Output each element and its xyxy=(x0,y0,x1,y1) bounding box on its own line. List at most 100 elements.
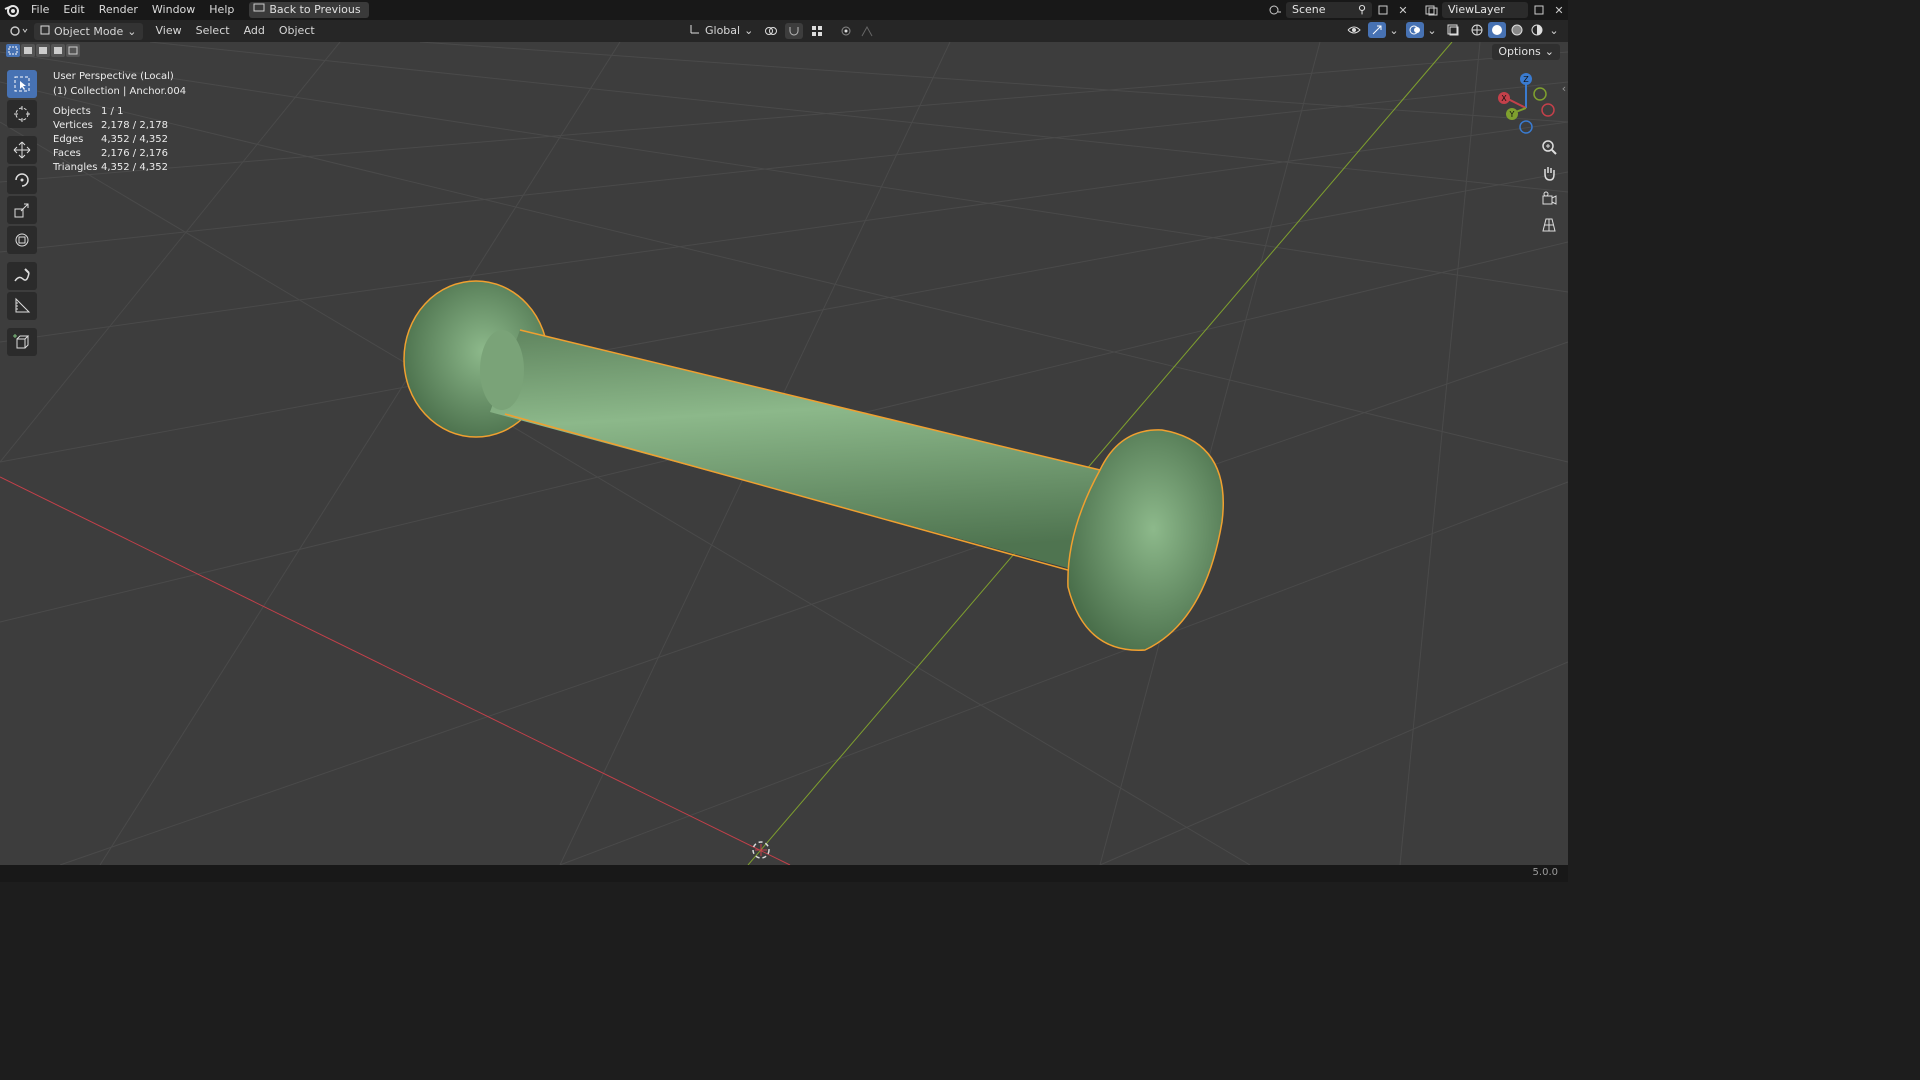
orientation-label: Global xyxy=(705,24,741,37)
view-layer-field[interactable]: ViewLayer xyxy=(1442,2,1528,18)
rendered-shading-icon[interactable] xyxy=(1528,22,1546,38)
navigation-gizmo[interactable]: Z X Y xyxy=(1498,73,1555,134)
proportional-edit-icon[interactable] xyxy=(837,23,855,39)
menu-view[interactable]: View xyxy=(149,20,189,42)
viewport-grid: Z X Y xyxy=(0,42,1568,865)
editor-type-icon[interactable] xyxy=(6,23,32,39)
select-subtract-icon[interactable] xyxy=(36,44,50,57)
chevron-down-icon: ⌄ xyxy=(744,24,754,37)
grid-icon[interactable] xyxy=(1538,214,1560,236)
camera-icon[interactable] xyxy=(1538,188,1560,210)
navigation-tools xyxy=(1538,136,1560,236)
screen-icon xyxy=(253,2,265,18)
add-cube-icon[interactable] xyxy=(7,328,37,356)
menu-object[interactable]: Object xyxy=(272,20,322,42)
top-menu-bar: File Edit Render Window Help Back to Pre… xyxy=(0,0,1568,20)
sidebar-toggle-icon[interactable]: ‹ xyxy=(1560,80,1568,96)
back-to-previous-button[interactable]: Back to Previous xyxy=(249,2,369,18)
stat-label: Vertices xyxy=(53,120,93,131)
view-layer-name: ViewLayer xyxy=(1448,3,1505,16)
stat-value: 4,352 / 4,352 xyxy=(101,134,168,145)
material-shading-icon[interactable] xyxy=(1508,22,1526,38)
annotate-icon[interactable] xyxy=(7,262,37,290)
chevron-down-icon: ⌄ xyxy=(127,24,137,38)
measure-icon[interactable] xyxy=(7,292,37,320)
wireframe-shading-icon[interactable] xyxy=(1468,22,1486,38)
menu-help[interactable]: Help xyxy=(202,0,241,20)
snap-toggle-icon[interactable] xyxy=(785,22,804,39)
stat-row: Objects 1 / 1 xyxy=(53,105,168,119)
select-intersect-icon[interactable] xyxy=(66,44,80,57)
gizmo-z-label: Z xyxy=(1523,75,1529,84)
scene-field[interactable]: Scene ⚲ xyxy=(1286,2,1372,18)
blender-logo-icon[interactable] xyxy=(0,0,24,20)
delete-view-layer-icon[interactable]: ✕ xyxy=(1550,2,1568,18)
pivot-point-icon[interactable] xyxy=(759,23,783,39)
collection-label: (1) Collection | Anchor.004 xyxy=(53,86,187,97)
viewport-info: User Perspective (Local) (1) Collection … xyxy=(53,69,186,99)
selection-mode-buttons xyxy=(6,44,80,57)
move-icon[interactable] xyxy=(7,136,37,164)
options-label: Options xyxy=(1498,45,1541,58)
falloff-icon[interactable] xyxy=(857,23,881,39)
stat-value: 4,352 / 4,352 xyxy=(101,162,168,173)
3d-viewport[interactable]: Z X Y User Perspective (Local) (1) Colle… xyxy=(0,42,1568,865)
stat-row: Triangles 4,352 / 4,352 xyxy=(53,161,168,175)
select-invert-icon[interactable] xyxy=(51,44,65,57)
menu-add[interactable]: Add xyxy=(237,20,272,42)
delete-scene-icon[interactable]: ✕ xyxy=(1394,2,1412,18)
solid-shading-icon[interactable] xyxy=(1488,22,1506,38)
stat-label: Edges xyxy=(53,134,84,145)
chevron-down-icon[interactable]: ⌄ xyxy=(1548,22,1560,38)
scene-statistics: Objects 1 / 1 Vertices 2,178 / 2,178 Edges… xyxy=(53,105,168,175)
new-scene-icon[interactable] xyxy=(1374,2,1392,18)
select-new-icon[interactable] xyxy=(6,44,20,57)
transform-orientation-dropdown[interactable]: Global ⌄ xyxy=(685,22,757,39)
gizmo-toggle-icon[interactable] xyxy=(1368,22,1386,38)
scale-icon[interactable] xyxy=(7,196,37,224)
view-layer-selector-icon[interactable] xyxy=(1422,2,1440,18)
stat-value: 1 / 1 xyxy=(101,106,124,117)
status-bar: 5.0.0 xyxy=(0,865,1568,882)
viewport-header: Object Mode ⌄ View Select Add Object Glo… xyxy=(0,20,1568,42)
zoom-icon[interactable] xyxy=(1538,136,1560,158)
tool-shelf xyxy=(7,70,39,356)
pan-hand-icon[interactable] xyxy=(1538,162,1560,184)
mode-label: Object Mode xyxy=(54,24,124,38)
stat-label: Objects xyxy=(53,106,91,117)
version-label: 5.0.0 xyxy=(1532,867,1558,878)
topbar-right: Scene ⚲ ✕ ViewLayer ✕ xyxy=(1266,0,1568,20)
scene-selector-icon[interactable] xyxy=(1266,2,1284,18)
visibility-selector-icon[interactable] xyxy=(1342,22,1366,38)
options-dropdown[interactable]: Options ⌄ xyxy=(1492,44,1560,60)
chevron-down-icon[interactable]: ⌄ xyxy=(1388,22,1400,38)
menu-select[interactable]: Select xyxy=(189,20,237,42)
gizmo-x-label: X xyxy=(1501,94,1507,103)
gizmo-y-label: Y xyxy=(1509,110,1515,119)
mode-dropdown[interactable]: Object Mode ⌄ xyxy=(34,22,143,40)
transform-controls: Global ⌄ xyxy=(685,22,881,39)
select-extend-icon[interactable] xyxy=(21,44,35,57)
menu-edit[interactable]: Edit xyxy=(56,0,91,20)
scene-name: Scene xyxy=(1292,3,1326,16)
stat-row: Faces 2,176 / 2,176 xyxy=(53,147,168,161)
menu-render[interactable]: Render xyxy=(92,0,145,20)
transform-icon[interactable] xyxy=(7,226,37,254)
chevron-down-icon[interactable]: ⌄ xyxy=(1426,22,1438,38)
rotate-icon[interactable] xyxy=(7,166,37,194)
stat-row: Vertices 2,178 / 2,178 xyxy=(53,119,168,133)
select-box-icon[interactable] xyxy=(7,70,37,98)
menu-file[interactable]: File xyxy=(24,0,56,20)
anchor-object[interactable] xyxy=(403,280,1224,651)
overlays-toggle-icon[interactable] xyxy=(1406,22,1424,38)
object-mode-icon xyxy=(40,23,50,40)
snap-target-icon[interactable] xyxy=(805,23,829,39)
xray-toggle-icon[interactable] xyxy=(1444,22,1462,38)
viewport-header-right: ⌄ ⌄ ⌄ xyxy=(1342,22,1560,38)
new-view-layer-icon[interactable] xyxy=(1530,2,1548,18)
stat-value: 2,176 / 2,176 xyxy=(101,148,168,159)
pin-icon[interactable]: ⚲ xyxy=(1358,2,1366,18)
menu-window[interactable]: Window xyxy=(145,0,202,20)
stat-value: 2,178 / 2,178 xyxy=(101,120,168,131)
cursor-icon[interactable] xyxy=(7,100,37,128)
